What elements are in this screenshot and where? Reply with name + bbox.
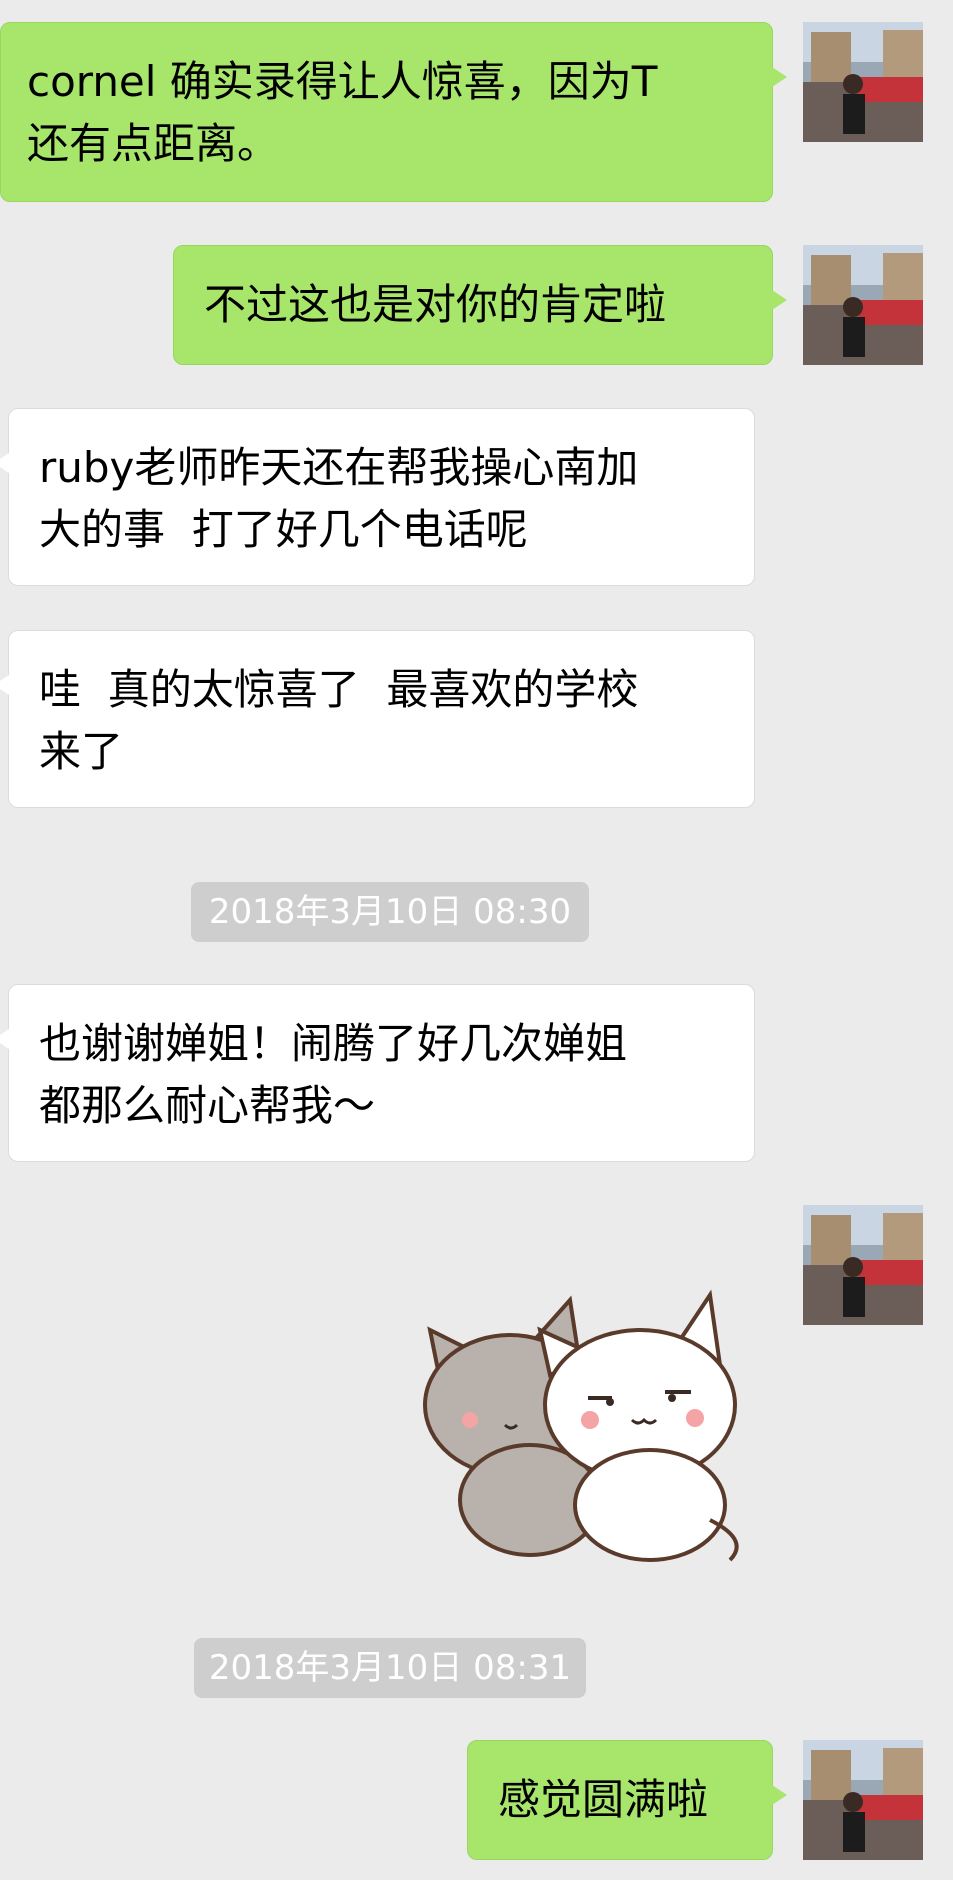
avatar[interactable] <box>803 1205 923 1325</box>
message-bubble-sent[interactable]: cornel 确实录得让人惊喜，因为T 还有点距离。 <box>0 22 787 202</box>
avatar[interactable] <box>803 245 923 365</box>
message-bubble-sent[interactable]: 感觉圆满啦 <box>467 1740 787 1860</box>
avatar[interactable] <box>803 22 923 142</box>
timestamp: 2018年3月10日 08:30 <box>191 882 589 942</box>
message-text: 也谢谢婵姐！闹腾了好几次婵姐 都那么耐心帮我～ <box>39 1019 628 1130</box>
message-text: ruby老师昨天还在帮我操心南加 大的事 打了好几个电话呢 <box>39 443 639 554</box>
message-bubble-received[interactable]: 哇 真的太惊喜了 最喜欢的学校 来了 <box>0 630 755 808</box>
avatar-photo-icon <box>803 245 923 365</box>
message-bubble-received[interactable]: ruby老师昨天还在帮我操心南加 大的事 打了好几个电话呢 <box>0 408 755 586</box>
two-cats-sticker-icon <box>423 1289 739 1562</box>
avatar-photo-icon <box>803 22 923 142</box>
message-text: 不过这也是对你的肯定啦 <box>204 280 667 329</box>
timestamp: 2018年3月10日 08:31 <box>194 1638 586 1698</box>
message-text: cornel 确实录得让人惊喜，因为T 还有点距离。 <box>27 57 658 168</box>
avatar-photo-icon <box>803 1205 923 1325</box>
message-bubble-sent[interactable]: 不过这也是对你的肯定啦 <box>173 245 787 365</box>
cat-sticker[interactable] <box>410 1270 770 1570</box>
message-text: 感觉圆满啦 <box>498 1775 709 1824</box>
message-text: 哇 真的太惊喜了 最喜欢的学校 来了 <box>39 665 639 776</box>
message-bubble-received[interactable]: 也谢谢婵姐！闹腾了好几次婵姐 都那么耐心帮我～ <box>0 984 755 1162</box>
avatar[interactable] <box>803 1740 923 1860</box>
avatar-photo-icon <box>803 1740 923 1860</box>
